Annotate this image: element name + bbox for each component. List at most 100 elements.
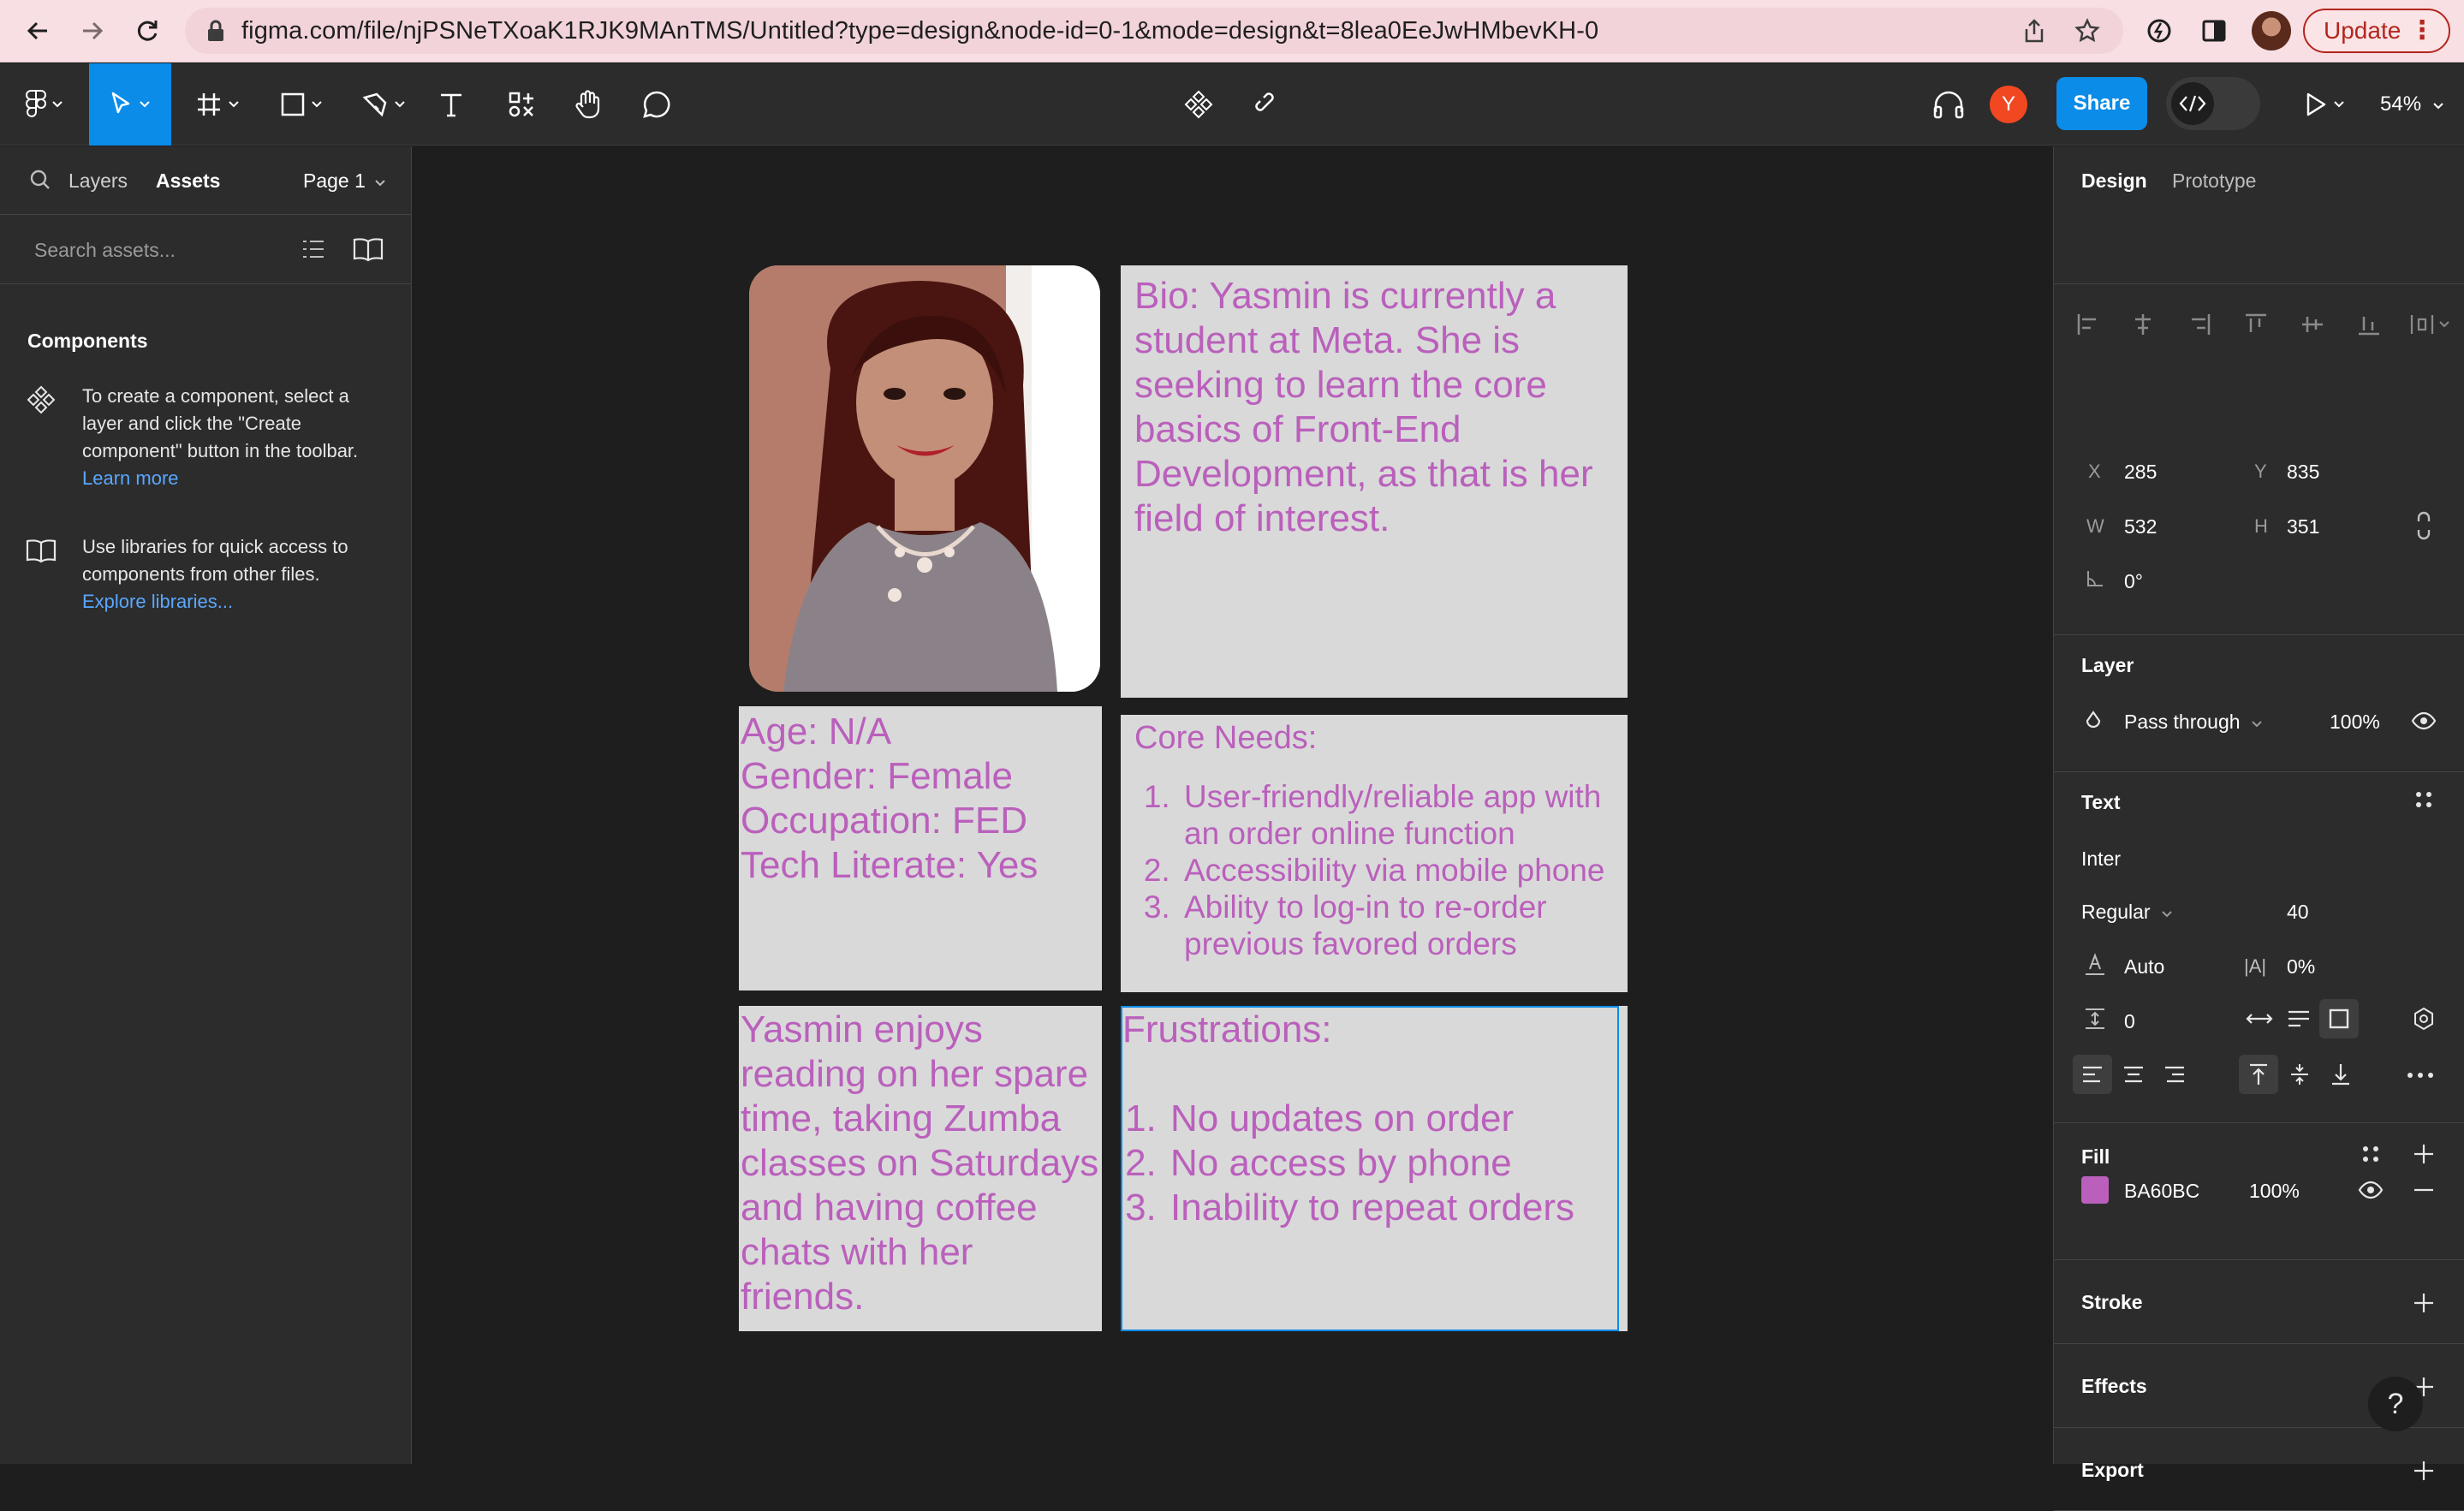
zoom-menu[interactable]: 54% [2380, 63, 2444, 146]
core-needs-title: Core Needs: [1134, 720, 1318, 756]
back-button[interactable] [19, 12, 57, 50]
frustrations-title: Frustrations: [1122, 1008, 1332, 1050]
play-icon [2306, 92, 2326, 116]
pen-tool-button[interactable] [351, 63, 416, 146]
fill-styles-grid-icon[interactable] [2355, 1139, 2386, 1169]
core-needs-card[interactable]: Core Needs: User-friendly/reliable app w… [1121, 715, 1628, 992]
audio-call-button[interactable] [1930, 63, 1967, 146]
link-button[interactable] [1248, 63, 1286, 146]
explore-libraries-link[interactable]: Explore libraries... [82, 588, 390, 616]
y-input[interactable]: 835 [2287, 461, 2319, 484]
list-item: Accessibility via mobile phone [1179, 852, 1614, 889]
page-selector[interactable]: Page 1 [303, 146, 386, 215]
font-weight-select[interactable]: Regular [2081, 901, 2173, 924]
fill-color-swatch[interactable] [2081, 1176, 2109, 1204]
library-help-row: Use libraries for quick access to compon… [0, 533, 411, 619]
library-help-text: Use libraries for quick access to compon… [82, 533, 390, 616]
h-label: H [2254, 515, 2268, 537]
comment-tool-button[interactable] [635, 63, 678, 146]
more-options-icon[interactable] [2405, 1060, 2436, 1091]
auto-width-icon[interactable] [2244, 1003, 2275, 1034]
user-avatar[interactable]: Y [1990, 86, 2027, 123]
fixed-size-icon[interactable] [2319, 999, 2359, 1038]
eye-icon[interactable] [2355, 1175, 2386, 1205]
arrow-right-icon [83, 21, 104, 40]
hobbies-card[interactable]: Yasmin enjoys reading on her spare time,… [739, 1006, 1102, 1331]
constrain-proportions-icon[interactable] [2408, 510, 2439, 541]
type-settings-icon[interactable] [2408, 1003, 2439, 1034]
font-family-select[interactable]: Inter [2081, 848, 2121, 871]
eye-icon[interactable] [2408, 705, 2439, 736]
remove-fill-minus-icon[interactable] [2408, 1175, 2439, 1205]
frustrations-card[interactable]: Frustrations: No updates on order No acc… [1121, 1006, 1628, 1331]
share-page-icon[interactable] [2019, 15, 2050, 46]
width-input[interactable]: 532 [2124, 515, 2157, 538]
x-input[interactable]: 285 [2124, 461, 2157, 484]
list-view-icon[interactable] [301, 238, 325, 260]
lock-icon[interactable] [200, 15, 231, 46]
line-height-input[interactable]: Auto [2124, 955, 2164, 979]
fill-hex-input[interactable]: BA60BC [2124, 1180, 2199, 1203]
browser-profile-avatar[interactable] [2252, 11, 2291, 51]
side-panel-icon[interactable] [2197, 14, 2231, 48]
list-item: No access by phone [1167, 1141, 1628, 1186]
text-align-center-icon[interactable] [2114, 1055, 2153, 1094]
extension-icon[interactable] [2142, 14, 2176, 48]
search-icon[interactable] [29, 169, 51, 191]
learn-more-link[interactable]: Learn more [82, 465, 390, 492]
bookmark-star-icon[interactable] [2072, 15, 2103, 46]
move-tool-button[interactable] [89, 63, 171, 146]
demographics-card[interactable]: Age: N/A Gender: Female Occupation: FED … [739, 706, 1102, 990]
text-align-left-icon[interactable] [2073, 1055, 2112, 1094]
height-input[interactable]: 351 [2287, 515, 2319, 538]
library-book-icon[interactable] [353, 236, 384, 262]
forward-button[interactable] [74, 12, 111, 50]
persona-photo[interactable] [749, 265, 1100, 692]
fill-opacity-input[interactable]: 100% [2249, 1180, 2300, 1203]
rotation-input[interactable]: 0° [2124, 570, 2143, 593]
hand-tool-button[interactable] [567, 63, 610, 146]
resources-button[interactable] [500, 63, 543, 146]
address-bar[interactable]: figma.com/file/njPSNeTXoaK1RJK9MAnTMS/Un… [185, 8, 2123, 54]
layer-opacity-input[interactable]: 100% [2330, 711, 2380, 734]
create-component-button[interactable] [1180, 63, 1217, 146]
tab-layers[interactable]: Layers [68, 146, 128, 215]
present-button[interactable] [2294, 63, 2354, 146]
add-stroke-plus-icon[interactable] [2408, 1288, 2439, 1318]
tab-assets[interactable]: Assets [156, 146, 220, 215]
text-align-right-icon[interactable] [2155, 1055, 2194, 1094]
add-fill-plus-icon[interactable] [2408, 1139, 2439, 1169]
paragraph-spacing-input[interactable]: 0 [2124, 1010, 2135, 1033]
design-canvas[interactable]: Bio: Yasmin is currently a student at Me… [412, 146, 2053, 1464]
share-button[interactable]: Share [2056, 77, 2147, 130]
help-button[interactable]: ? [2368, 1377, 2423, 1431]
frame-hash-icon [198, 93, 220, 116]
main-menu-button[interactable] [12, 63, 77, 146]
left-sidebar: Layers Assets Page 1 Components To creat… [0, 146, 412, 1464]
text-tool-button[interactable] [430, 63, 473, 146]
shape-tool-button[interactable] [269, 63, 334, 146]
dev-mode-toggle[interactable] [2166, 77, 2260, 130]
library-book-icon [26, 535, 57, 566]
search-assets-input[interactable] [34, 233, 257, 267]
tab-design[interactable]: Design [2081, 146, 2147, 215]
font-size-input[interactable]: 40 [2287, 901, 2309, 924]
add-export-plus-icon[interactable] [2408, 1455, 2439, 1486]
vertical-align-top-icon[interactable] [2239, 1055, 2278, 1094]
vertical-align-bottom-icon[interactable] [2321, 1055, 2360, 1094]
chevron-down-icon [2334, 101, 2344, 108]
component-icon [26, 384, 57, 415]
url-text[interactable]: figma.com/file/njPSNeTXoaK1RJK9MAnTMS/Un… [241, 8, 1598, 54]
auto-height-icon[interactable] [2283, 1003, 2314, 1034]
update-browser-button[interactable]: Update ⋮ [2303, 9, 2450, 53]
text-styles-grid-icon[interactable] [2408, 784, 2439, 815]
tab-prototype[interactable]: Prototype [2172, 146, 2256, 215]
blend-mode-select[interactable]: Pass through [2124, 711, 2263, 734]
chevron-down-icon [312, 101, 322, 108]
bio-card[interactable]: Bio: Yasmin is currently a student at Me… [1121, 265, 1628, 698]
vertical-align-middle-icon[interactable] [2280, 1055, 2319, 1094]
reload-button[interactable] [128, 12, 166, 50]
frame-tool-button[interactable] [185, 63, 250, 146]
stroke-title: Stroke [2081, 1291, 2143, 1313]
letter-spacing-input[interactable]: 0% [2287, 955, 2315, 979]
